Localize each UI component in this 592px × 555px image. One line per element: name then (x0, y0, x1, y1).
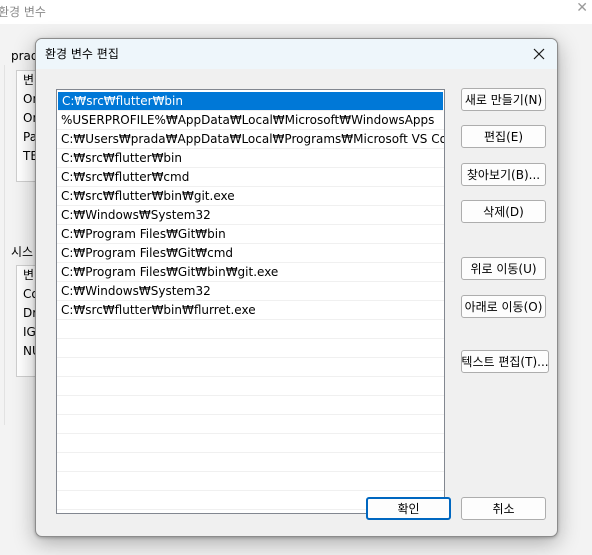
edit-button[interactable]: 편집(E) (461, 125, 546, 148)
empty-list-row[interactable] (57, 339, 444, 358)
dialog-titlebar: 환경 변수 편집 (36, 39, 557, 69)
path-list-item[interactable]: C:₩Users₩prada₩AppData₩Local₩Programs₩Mi… (57, 130, 444, 149)
move-down-button[interactable]: 아래로 이동(O) (461, 295, 546, 318)
empty-list-row[interactable] (57, 396, 444, 415)
path-list-item[interactable]: C:₩Program Files₩Git₩bin₩git.exe (57, 263, 444, 282)
edit-text-button[interactable]: 텍스트 편집(T)... (461, 350, 549, 373)
parent-frame-line (4, 65, 5, 425)
path-list-item[interactable]: C:₩Windows₩System32 (57, 282, 444, 301)
empty-list-row[interactable] (57, 415, 444, 434)
cancel-button[interactable]: 취소 (461, 497, 546, 520)
empty-list-row[interactable] (57, 453, 444, 472)
path-list-item[interactable]: C:₩src₩flutter₩cmd (57, 168, 444, 187)
path-list-item[interactable]: C:₩Windows₩System32 (57, 206, 444, 225)
path-list-item[interactable]: C:₩src₩flutter₩bin₩flurret.exe (57, 301, 444, 320)
parent-window-title: 환경 변수 (0, 5, 46, 19)
path-list-item[interactable]: C:₩src₩flutter₩bin₩git.exe (57, 187, 444, 206)
empty-list-row[interactable] (57, 472, 444, 491)
path-list-item-selected[interactable]: C:₩src₩flutter₩bin (58, 92, 443, 111)
browse-button[interactable]: 찾아보기(B)... (461, 163, 546, 186)
ok-button[interactable]: 확인 (366, 497, 451, 520)
path-list-item[interactable]: C:₩Program Files₩Git₩cmd (57, 244, 444, 263)
parent-close-icon[interactable]: ✕ (576, 0, 588, 16)
edit-environment-variable-dialog: 환경 변수 편집 C:₩src₩flutter₩bin %USERPROFILE%… (35, 38, 558, 537)
path-list-item[interactable]: %USERPROFILE%₩AppData₩Local₩Microsoft₩Wi… (57, 111, 444, 130)
path-list-item[interactable]: C:₩Program Files₩Git₩bin (57, 225, 444, 244)
delete-button[interactable]: 삭제(D) (461, 200, 546, 223)
empty-list-row[interactable] (57, 377, 444, 396)
dialog-title: 환경 변수 편집 (45, 47, 119, 61)
new-button[interactable]: 새로 만들기(N) (461, 88, 546, 111)
parent-titlebar: 환경 변수 ✕ (0, 0, 592, 24)
empty-list-row[interactable] (57, 358, 444, 377)
move-up-button[interactable]: 위로 이동(U) (461, 257, 546, 280)
path-list-item[interactable]: C:₩src₩flutter₩bin (57, 149, 444, 168)
empty-list-row[interactable] (57, 434, 444, 453)
empty-list-row[interactable] (57, 320, 444, 339)
system-variables-label: 시스 (11, 245, 34, 259)
path-list[interactable]: C:₩src₩flutter₩bin %USERPROFILE%₩AppData₩… (56, 89, 445, 514)
close-icon[interactable] (527, 42, 551, 66)
